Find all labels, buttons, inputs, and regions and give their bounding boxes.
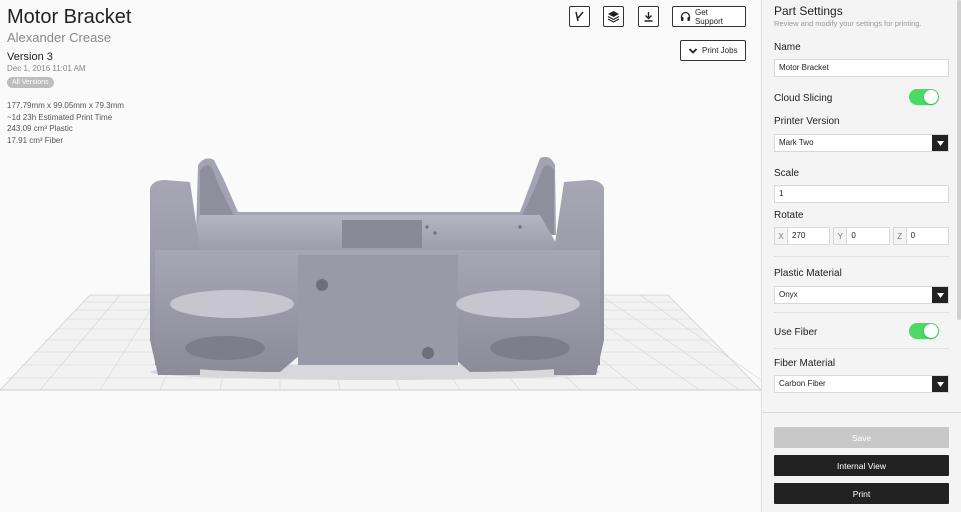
part-title: Motor Bracket [7, 6, 132, 28]
rotate-inputs: X 270 Y0 Z0 [774, 227, 949, 245]
chevron-down-icon [688, 47, 698, 54]
3d-model-view[interactable] [0, 140, 761, 420]
part-date: Dec 1, 2016 11:01 AM [7, 64, 86, 73]
rotate-y-input[interactable]: Y0 [833, 227, 890, 245]
use-fiber-label: Use Fiber [774, 327, 818, 338]
layers-icon [607, 11, 620, 23]
actions-divider [762, 412, 961, 413]
scale-input[interactable]: 1 [774, 185, 949, 203]
plastic-material-select[interactable]: Onyx [774, 286, 949, 304]
part-version: Version 3 [7, 51, 53, 63]
layers-button[interactable] [603, 6, 624, 27]
name-input[interactable]: Motor Bracket [774, 59, 949, 77]
plastic-material-label: Plastic Material [774, 268, 842, 279]
divider [774, 348, 949, 349]
rotate-y-value: 0 [851, 231, 856, 240]
part-plastic-volume: 243.09 cm³ Plastic [7, 124, 73, 133]
get-support-button[interactable]: Get Support [672, 6, 746, 27]
printer-version-value: Mark Two [779, 138, 814, 147]
branch-icon [575, 11, 584, 22]
versions-button[interactable] [569, 6, 590, 27]
panel-subtitle: Review and modify your settings for prin… [774, 19, 922, 28]
dropdown-arrow-icon [932, 376, 948, 392]
rotate-x-input[interactable]: X 270 [774, 227, 831, 245]
download-button[interactable] [638, 6, 659, 27]
toggle-knob [924, 324, 938, 338]
part-author: Alexander Crease [7, 30, 112, 45]
divider [774, 312, 949, 313]
fiber-material-label: Fiber Material [774, 358, 836, 369]
dropdown-arrow-icon [932, 135, 948, 151]
use-fiber-toggle[interactable] [909, 323, 939, 339]
print-button[interactable]: Print [774, 483, 949, 504]
cloud-slicing-toggle[interactable] [909, 89, 939, 105]
printer-version-select[interactable]: Mark Two [774, 134, 949, 152]
rotate-label: Rotate [774, 210, 804, 221]
get-support-label: Get Support [694, 7, 723, 26]
fiber-material-value: Carbon Fiber [779, 379, 826, 388]
divider [774, 256, 949, 257]
print-jobs-button[interactable]: Print Jobs [680, 40, 746, 61]
rotate-y-axis: Y [834, 228, 848, 244]
name-label: Name [774, 42, 801, 53]
rotate-z-axis: Z [893, 228, 907, 244]
cloud-slicing-label: Cloud Slicing [774, 93, 833, 104]
download-icon [644, 12, 653, 22]
internal-view-button[interactable]: Internal View [774, 455, 949, 476]
panel-title: Part Settings [774, 4, 843, 18]
dropdown-arrow-icon [932, 287, 948, 303]
rotate-x-axis: X [775, 228, 788, 244]
part-dimensions: 177.79mm x 99.05mm x 79.3mm [7, 101, 124, 110]
rotate-z-value: 0 [910, 231, 916, 240]
scale-label: Scale [774, 168, 800, 179]
rotate-z-input[interactable]: Z0 [892, 227, 949, 245]
printer-version-label: Printer Version [774, 116, 840, 127]
part-settings-panel: Part Settings Review and modify your set… [761, 0, 961, 512]
fiber-material-select[interactable]: Carbon Fiber [774, 375, 949, 393]
part-print-time: ~1d 23h Estimated Print Time [7, 112, 113, 122]
headset-icon [680, 11, 691, 21]
plastic-material-value: Onyx [779, 290, 798, 299]
save-button[interactable]: Save [774, 427, 949, 448]
model-viewport[interactable]: Motor Bracket Alexander Crease Version 3… [0, 0, 761, 512]
all-versions-button[interactable]: All Versions [7, 77, 54, 88]
print-jobs-label: Print Jobs [702, 46, 738, 55]
panel-scrollbar[interactable] [957, 0, 961, 320]
toggle-knob [924, 90, 938, 104]
rotate-x-value: 270 [792, 231, 806, 240]
motor-bracket-model [150, 156, 604, 380]
